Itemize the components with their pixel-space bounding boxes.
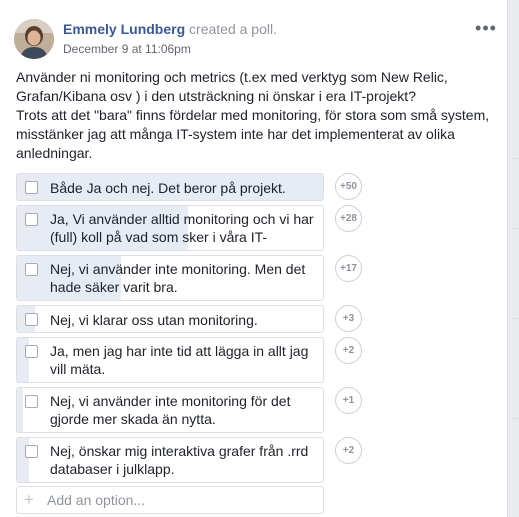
poll-option-votes[interactable]: +17	[335, 255, 362, 282]
avatar[interactable]	[14, 19, 54, 59]
poll-option-votes[interactable]: +50	[335, 173, 362, 200]
poll-option-checkbox[interactable]	[25, 345, 38, 358]
poll-option[interactable]: Ja, men jag har inte tid att lägga in al…	[16, 337, 324, 383]
author-name[interactable]: Emmely Lundberg	[63, 21, 185, 37]
poll-option-checkbox[interactable]	[25, 445, 38, 458]
poll-option-label: Nej, vi använder inte monitoring. Men de…	[50, 261, 306, 295]
avatar-photo	[14, 19, 54, 59]
page-background	[510, 0, 519, 517]
post-timestamp[interactable]: December 9 at 11:06pm	[63, 42, 191, 56]
poll-option[interactable]: Nej, önskar mig interaktiva grafer från …	[16, 437, 324, 483]
post-text: Använder ni monitoring och metrics (t.ex…	[16, 68, 496, 163]
poll-option-label: Ja, Vi använder alltid monitoring och vi…	[50, 211, 314, 250]
poll-option-votes[interactable]: +2	[335, 437, 362, 464]
poll-option-checkbox[interactable]	[25, 181, 38, 194]
more-options-icon[interactable]: •••	[474, 18, 498, 38]
divider	[513, 318, 519, 319]
poll-option-label: Nej, vi använder inte monitoring för det…	[50, 393, 291, 427]
poll-option-checkbox[interactable]	[25, 263, 38, 276]
post-header: Emmely Lundberg created a poll.	[63, 21, 277, 37]
poll-option-votes[interactable]: +28	[335, 205, 362, 232]
poll-option-label: Både Ja och nej. Det beror på projekt.	[50, 180, 286, 196]
poll-option-label: Nej, vi klarar oss utan monitoring.	[50, 312, 258, 328]
poll-option-checkbox[interactable]	[25, 395, 38, 408]
poll-option[interactable]: Nej, vi använder inte monitoring för det…	[16, 387, 324, 433]
poll-option-votes[interactable]: +3	[335, 305, 362, 332]
poll-option-checkbox[interactable]	[25, 213, 38, 226]
poll-option-label: Ja, men jag har inte tid att lägga in al…	[50, 343, 309, 377]
poll-option[interactable]: Både Ja och nej. Det beror på projekt.	[16, 173, 324, 201]
poll-option-votes[interactable]: +1	[335, 387, 362, 414]
poll-option[interactable]: Ja, Vi använder alltid monitoring och vi…	[16, 205, 324, 251]
poll-option[interactable]: Nej, vi klarar oss utan monitoring.	[16, 305, 324, 333]
post-action: created a poll.	[189, 21, 277, 37]
divider	[513, 418, 519, 419]
divider	[513, 228, 519, 229]
poll-option-checkbox[interactable]	[25, 313, 38, 326]
poll-option-votes[interactable]: +2	[335, 337, 362, 364]
post-card: Emmely Lundberg created a poll. December…	[0, 0, 508, 517]
divider	[513, 158, 519, 159]
poll-option-label: Nej, önskar mig interaktiva grafer från …	[50, 443, 309, 477]
poll-option-bar	[17, 388, 24, 432]
add-option-field[interactable]: +	[16, 486, 324, 514]
plus-icon: +	[24, 490, 34, 509]
poll-option[interactable]: Nej, vi använder inte monitoring. Men de…	[16, 255, 324, 301]
post-paragraph: Trots att det "bara" finns fördelar med …	[16, 107, 490, 161]
add-option-input[interactable]	[47, 490, 317, 510]
post-paragraph: Använder ni monitoring och metrics (t.ex…	[16, 69, 448, 104]
